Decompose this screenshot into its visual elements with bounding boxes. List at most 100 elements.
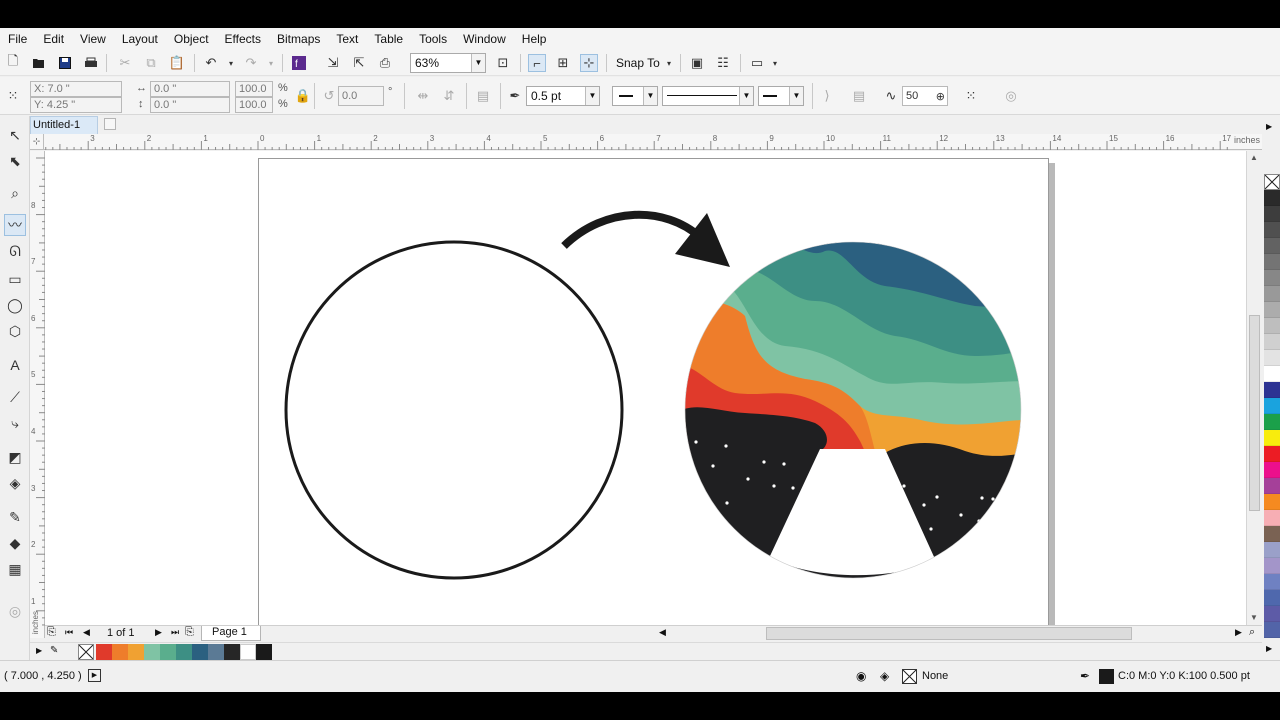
palette-swatch[interactable] [1264, 414, 1280, 430]
status-expand-icon[interactable]: ▶ [88, 669, 101, 682]
palette-swatch[interactable] [1264, 398, 1280, 414]
x-position-field[interactable]: X: 7.0 " [30, 81, 122, 97]
palette-swatch[interactable] [1264, 462, 1280, 478]
menu-effects[interactable]: Effects [217, 28, 269, 50]
menu-layout[interactable]: Layout [114, 28, 166, 50]
palette-swatch[interactable] [1264, 318, 1280, 334]
wrap-text-icon[interactable]: ▤ [474, 87, 492, 105]
palette-swatch[interactable] [1264, 430, 1280, 446]
application-launcher-icon[interactable]: ▭ [748, 54, 766, 72]
polygon-tool-icon[interactable]: ⬡ [4, 320, 26, 342]
shape-tool-icon[interactable]: ⬉ [4, 150, 26, 172]
line-style-combo[interactable]: ▼ [662, 86, 754, 106]
menu-view[interactable]: View [72, 28, 114, 50]
lock-ratio-icon[interactable]: 🔒 [294, 87, 312, 105]
menu-window[interactable]: Window [455, 28, 514, 50]
interactive-fill-icon[interactable]: ◆ [4, 532, 26, 554]
no-color-swatch[interactable] [78, 644, 94, 660]
import-icon[interactable]: ⇲ [324, 54, 342, 72]
quick-customize-icon[interactable]: ◎ [1002, 87, 1020, 105]
y-position-field[interactable]: Y: 4.25 " [30, 97, 122, 113]
mirror-horizontal-icon[interactable]: ⇹ [414, 87, 432, 105]
open-folder-icon[interactable] [30, 54, 48, 72]
document-palette-swatch[interactable] [96, 644, 112, 660]
object-origin-icon[interactable]: ⁙ [4, 87, 22, 105]
palette-swatch[interactable] [1264, 270, 1280, 286]
previous-page-icon[interactable]: ◀ [83, 627, 90, 638]
outline-width-combo[interactable]: 0.5 pt ▼ [526, 86, 600, 106]
zoom-level-combo[interactable]: 63% ▼ [410, 53, 486, 73]
menu-tools[interactable]: Tools [411, 28, 455, 50]
mirror-vertical-icon[interactable]: ⇵ [440, 87, 458, 105]
scroll-thumb[interactable] [1249, 315, 1260, 511]
copy-icon[interactable]: ⧉ [142, 54, 160, 72]
palette-swatch[interactable] [1264, 590, 1280, 606]
menu-table[interactable]: Table [366, 28, 411, 50]
start-arrowhead-combo[interactable]: ▼ [612, 86, 658, 106]
palette-swatch[interactable] [1264, 190, 1280, 206]
scale-y-field[interactable]: 100.0 [235, 97, 273, 113]
document-palette-swatch[interactable] [112, 644, 128, 660]
menu-help[interactable]: Help [514, 28, 555, 50]
palette-swatch[interactable] [1264, 302, 1280, 318]
eyedropper-icon[interactable]: ✎ [50, 645, 58, 656]
connector-tool-icon[interactable]: ⤷ [4, 412, 26, 434]
horizontal-ruler[interactable]: 3 2 1 0 1 2 3 4 5 6 7 8 9 10 11 12 13 14 15 16 17 inches [44, 134, 1262, 150]
scroll-left-icon[interactable]: ◀ [659, 627, 666, 638]
document-palette-swatch[interactable] [208, 644, 224, 660]
eyedropper-icon[interactable]: ✎ [4, 506, 26, 528]
launcher-dropdown-icon[interactable]: ▾ [766, 54, 784, 72]
document-palette-menu-icon[interactable]: ▶ [36, 646, 42, 655]
palette-swatch[interactable] [1264, 558, 1280, 574]
last-page-icon[interactable]: ⏭ [171, 627, 179, 638]
menu-file[interactable]: File [0, 28, 35, 50]
palette-swatch[interactable] [1264, 542, 1280, 558]
palette-scroll-up-icon[interactable]: ▶ [1266, 122, 1272, 131]
undo-icon[interactable]: ↶ [202, 54, 220, 72]
undo-dropdown-icon[interactable]: ▾ [222, 54, 240, 72]
scroll-down-icon[interactable]: ▼ [1250, 613, 1258, 622]
new-tab-icon[interactable] [104, 118, 116, 130]
show-rulers-icon[interactable]: ⌐ [528, 54, 546, 72]
document-palette-swatch[interactable] [224, 644, 240, 660]
document-palette-swatch[interactable] [240, 644, 256, 660]
horizontal-scroll-thumb[interactable] [766, 627, 1132, 640]
document-palette-swatch[interactable] [192, 644, 208, 660]
palette-expand-icon[interactable]: ▶ [1266, 644, 1272, 653]
palette-swatch[interactable] [1264, 254, 1280, 270]
vertical-ruler[interactable]: 8 7 6 5 4 3 2 1 inches [30, 151, 45, 638]
parallel-dimension-icon[interactable]: ⟋ [4, 386, 26, 408]
welcome-screen-icon[interactable]: ▣ [688, 54, 706, 72]
no-color-swatch[interactable] [1264, 174, 1280, 190]
end-arrowhead-combo[interactable]: ▼ [758, 86, 804, 106]
close-curve-icon[interactable]: ⟩ [818, 87, 836, 105]
menu-text[interactable]: Text [328, 28, 366, 50]
palette-swatch[interactable] [1264, 574, 1280, 590]
export-icon[interactable]: ⇱ [350, 54, 368, 72]
ruler-origin-icon[interactable]: ⊹ [30, 134, 44, 150]
menu-object[interactable]: Object [166, 28, 217, 50]
palette-swatch[interactable] [1264, 286, 1280, 302]
selection-mode-icon[interactable]: ⁙ [962, 87, 980, 105]
zoom-page-icon[interactable]: ⊡ [494, 54, 512, 72]
palette-swatch[interactable] [1264, 478, 1280, 494]
first-page-icon[interactable]: ⏮ [65, 627, 73, 638]
width-field[interactable]: 0.0 " [150, 81, 230, 97]
transparency-tool-icon[interactable]: ◈ [4, 472, 26, 494]
zoom-navigator-icon[interactable]: ⌕ [1249, 626, 1255, 639]
palette-swatch[interactable] [1264, 350, 1280, 366]
pick-tool-icon[interactable]: ↖ [4, 124, 26, 146]
snap-to-button[interactable]: Snap To [616, 56, 660, 70]
ellipse-tool-icon[interactable]: ◯ [4, 294, 26, 316]
smart-fill-icon[interactable]: ▦ [4, 558, 26, 580]
palette-swatch[interactable] [1264, 446, 1280, 462]
scroll-right-icon[interactable]: ▶ [1235, 627, 1242, 638]
redo-icon[interactable]: ↷ [242, 54, 260, 72]
new-document-icon[interactable]: 🗋 [4, 53, 22, 72]
palette-swatch[interactable] [1264, 526, 1280, 542]
publish-pdf-icon[interactable]: ⎙ [376, 54, 394, 72]
document-palette-swatch[interactable] [176, 644, 192, 660]
vertical-scrollbar[interactable]: ▲ ▼ [1246, 151, 1262, 625]
save-icon[interactable] [56, 54, 74, 72]
palette-swatch[interactable] [1264, 222, 1280, 238]
